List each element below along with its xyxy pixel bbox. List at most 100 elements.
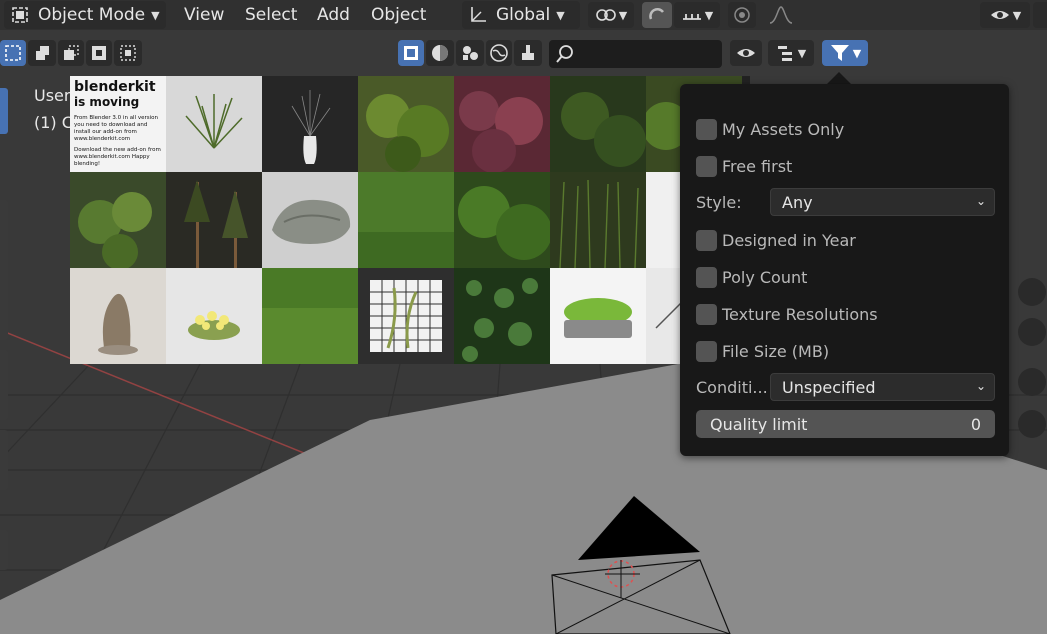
- asset-thumbnail[interactable]: [70, 268, 166, 364]
- chevron-down-icon: ▼: [556, 8, 565, 22]
- asset-type-hdr[interactable]: [486, 40, 512, 66]
- purple-heather-image: [454, 76, 550, 172]
- designed-in-year-checkbox[interactable]: Designed in Year: [696, 229, 856, 251]
- select-subtract-icon: [92, 46, 106, 60]
- asset-thumbnail[interactable]: [358, 76, 454, 172]
- texture-resolutions-checkbox[interactable]: Texture Resolutions: [696, 303, 878, 325]
- asset-type-brushes[interactable]: [514, 40, 542, 66]
- gizmo-toggle[interactable]: [1033, 2, 1047, 28]
- falloff-dropdown[interactable]: [758, 2, 804, 28]
- proportional-edit-toggle[interactable]: [728, 2, 756, 28]
- model-cube-icon: [404, 46, 418, 60]
- nav-circle[interactable]: [1018, 368, 1046, 396]
- select-new-icon: [36, 46, 49, 60]
- promo-footer: Download the new add-on from www.blender…: [74, 147, 161, 167]
- link-icon: [595, 9, 616, 21]
- asset-thumbnail[interactable]: [454, 76, 550, 172]
- condition-select-value: Unspecified: [782, 377, 876, 397]
- navigation-gizmo[interactable]: [1010, 270, 1046, 440]
- asset-type-materials[interactable]: [426, 40, 454, 66]
- show-panel-toggle[interactable]: [730, 40, 762, 66]
- asset-thumbnail[interactable]: [454, 172, 550, 268]
- asset-thumbnail[interactable]: [262, 268, 358, 364]
- asset-thumbnail[interactable]: [70, 172, 166, 268]
- falloff-curve-icon: [769, 6, 793, 24]
- dry-branch-vase-image: [262, 76, 358, 172]
- eye-icon: [737, 49, 755, 57]
- left-panel-tab[interactable]: [0, 350, 8, 420]
- transform-orientation-dropdown[interactable]: Global ▼: [462, 1, 580, 29]
- checkbox-label: Designed in Year: [722, 230, 856, 250]
- asset-thumbnail[interactable]: [166, 268, 262, 364]
- promo-tile[interactable]: blenderkit is moving From Blender 3.0 in…: [70, 76, 166, 172]
- menu-view[interactable]: View: [184, 1, 224, 29]
- nav-circle[interactable]: [1018, 410, 1046, 438]
- visibility-dropdown[interactable]: ▼: [980, 2, 1030, 28]
- left-panel-tab[interactable]: [0, 88, 8, 134]
- checkbox-box[interactable]: [696, 155, 717, 177]
- left-panel-tab[interactable]: [0, 200, 8, 340]
- checkbox-box[interactable]: [696, 303, 717, 325]
- select-mode-subtract[interactable]: [86, 40, 112, 66]
- snap-target-dropdown[interactable]: ▼: [674, 2, 720, 28]
- yellow-flowers-image: [166, 268, 262, 364]
- left-panel-tab[interactable]: [0, 530, 8, 570]
- checkbox-box[interactable]: [696, 266, 717, 288]
- asset-thumbnail[interactable]: [166, 172, 262, 268]
- asset-thumbnail[interactable]: [358, 172, 454, 268]
- trellis-vine-image: [358, 268, 454, 364]
- green-plants-image: [70, 172, 166, 268]
- select-box-button[interactable]: [0, 40, 26, 66]
- pivot-point-button[interactable]: ▼: [588, 2, 634, 28]
- menu-add[interactable]: Add: [317, 1, 350, 29]
- select-mode-new[interactable]: [28, 40, 56, 66]
- nav-circle[interactable]: [1018, 318, 1046, 346]
- funnel-icon: [830, 45, 849, 61]
- chevron-down-icon: ▼: [852, 46, 862, 60]
- condition-label: Conditi...: [696, 378, 768, 397]
- orientation-label: Global: [496, 5, 551, 25]
- brush-icon: [522, 45, 534, 60]
- asset-thumbnail[interactable]: [262, 172, 358, 268]
- asset-type-models[interactable]: [398, 40, 424, 66]
- style-label: Style:: [696, 193, 742, 212]
- select-mode-extend[interactable]: [58, 40, 84, 66]
- my-assets-only-checkbox[interactable]: My Assets Only: [696, 118, 844, 140]
- snap-toggle[interactable]: [642, 2, 672, 28]
- asset-thumbnail[interactable]: [358, 268, 454, 364]
- menu-object[interactable]: Object: [371, 1, 426, 29]
- secondary-toolbar: ▼ ▼: [0, 36, 1047, 70]
- promo-body: From Blender 3.0 in all version you need…: [74, 115, 159, 142]
- mode-label: Object Mode: [38, 5, 146, 25]
- grass-field-image: [358, 172, 454, 268]
- nav-circle[interactable]: [1018, 278, 1046, 306]
- left-panel-tab[interactable]: [0, 430, 8, 490]
- asset-thumbnail[interactable]: [550, 76, 646, 172]
- asset-thumbnail[interactable]: [166, 76, 262, 172]
- asset-thumbnail[interactable]: [262, 76, 358, 172]
- checkbox-box[interactable]: [696, 229, 717, 251]
- file-size-checkbox[interactable]: File Size (MB): [696, 340, 829, 362]
- snap-grid-icon: [682, 14, 701, 20]
- style-select[interactable]: Any ⌄: [770, 188, 995, 216]
- filter-dropdown[interactable]: ▼: [822, 40, 868, 66]
- orientation-axes-icon: [471, 7, 486, 22]
- free-first-checkbox[interactable]: Free first: [696, 155, 792, 177]
- asset-thumbnail[interactable]: [550, 172, 646, 268]
- asset-thumbnail[interactable]: [550, 268, 646, 364]
- pine-trees-image: [166, 172, 262, 268]
- checkbox-box[interactable]: [696, 340, 717, 362]
- select-mode-intersect[interactable]: [114, 40, 142, 66]
- menu-select[interactable]: Select: [245, 1, 297, 29]
- chevron-down-icon: ▼: [797, 46, 807, 60]
- poly-count-checkbox[interactable]: Poly Count: [696, 266, 807, 288]
- condition-select[interactable]: Unspecified ⌄: [770, 373, 995, 401]
- quality-limit-slider[interactable]: Quality limit 0: [696, 410, 995, 438]
- checkbox-label: Free first: [722, 156, 793, 176]
- mode-dropdown[interactable]: Object Mode ▼: [4, 1, 166, 29]
- sort-dropdown[interactable]: ▼: [768, 40, 814, 66]
- asset-type-scenes[interactable]: [456, 40, 484, 66]
- asset-search-input[interactable]: [549, 40, 722, 68]
- asset-thumbnail[interactable]: [454, 268, 550, 364]
- checkbox-box[interactable]: [696, 118, 717, 140]
